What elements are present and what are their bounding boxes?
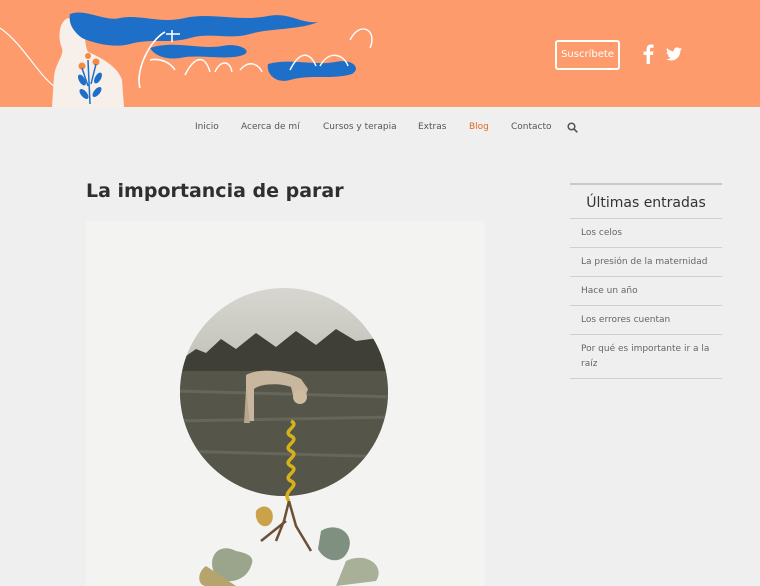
site-logo[interactable]: En tu propia nube xyxy=(0,0,380,107)
svg-text:En tu propia nube: En tu propia nube xyxy=(149,52,380,85)
twitter-icon[interactable] xyxy=(666,44,682,64)
recent-post-link[interactable]: Hace un año xyxy=(570,277,722,306)
recent-post-link[interactable]: La presión de la maternidad xyxy=(570,248,722,277)
nav-item-blog[interactable]: Blog xyxy=(469,122,489,132)
post-title[interactable]: La importancia de parar xyxy=(86,180,344,202)
nav-item-contacto[interactable]: Contacto xyxy=(511,122,552,132)
main-nav: Inicio Acerca de mí Cursos y terapia Ext… xyxy=(0,107,760,147)
recent-post-link[interactable]: Por qué es importante ir a la raíz xyxy=(570,335,722,379)
collage-illustration xyxy=(180,288,388,586)
site-header: En tu propia nube Suscríbete xyxy=(0,0,760,107)
nav-item-cursos[interactable]: Cursos y terapia xyxy=(323,122,397,132)
facebook-icon[interactable] xyxy=(642,44,654,64)
recent-post-link[interactable]: Los errores cuentan xyxy=(570,306,722,335)
recent-post-link[interactable]: Los celos xyxy=(570,219,722,248)
sidebar-title: Últimas entradas xyxy=(570,185,722,219)
search-icon[interactable] xyxy=(567,122,578,133)
post-featured-image xyxy=(86,221,485,586)
subscribe-button[interactable]: Suscríbete xyxy=(555,40,620,70)
nav-item-extras[interactable]: Extras xyxy=(418,122,446,132)
nav-item-acerca[interactable]: Acerca de mí xyxy=(241,122,300,132)
sidebar-recent-posts: Últimas entradas Los celos La presión de… xyxy=(570,183,722,379)
nav-item-inicio[interactable]: Inicio xyxy=(195,122,219,132)
